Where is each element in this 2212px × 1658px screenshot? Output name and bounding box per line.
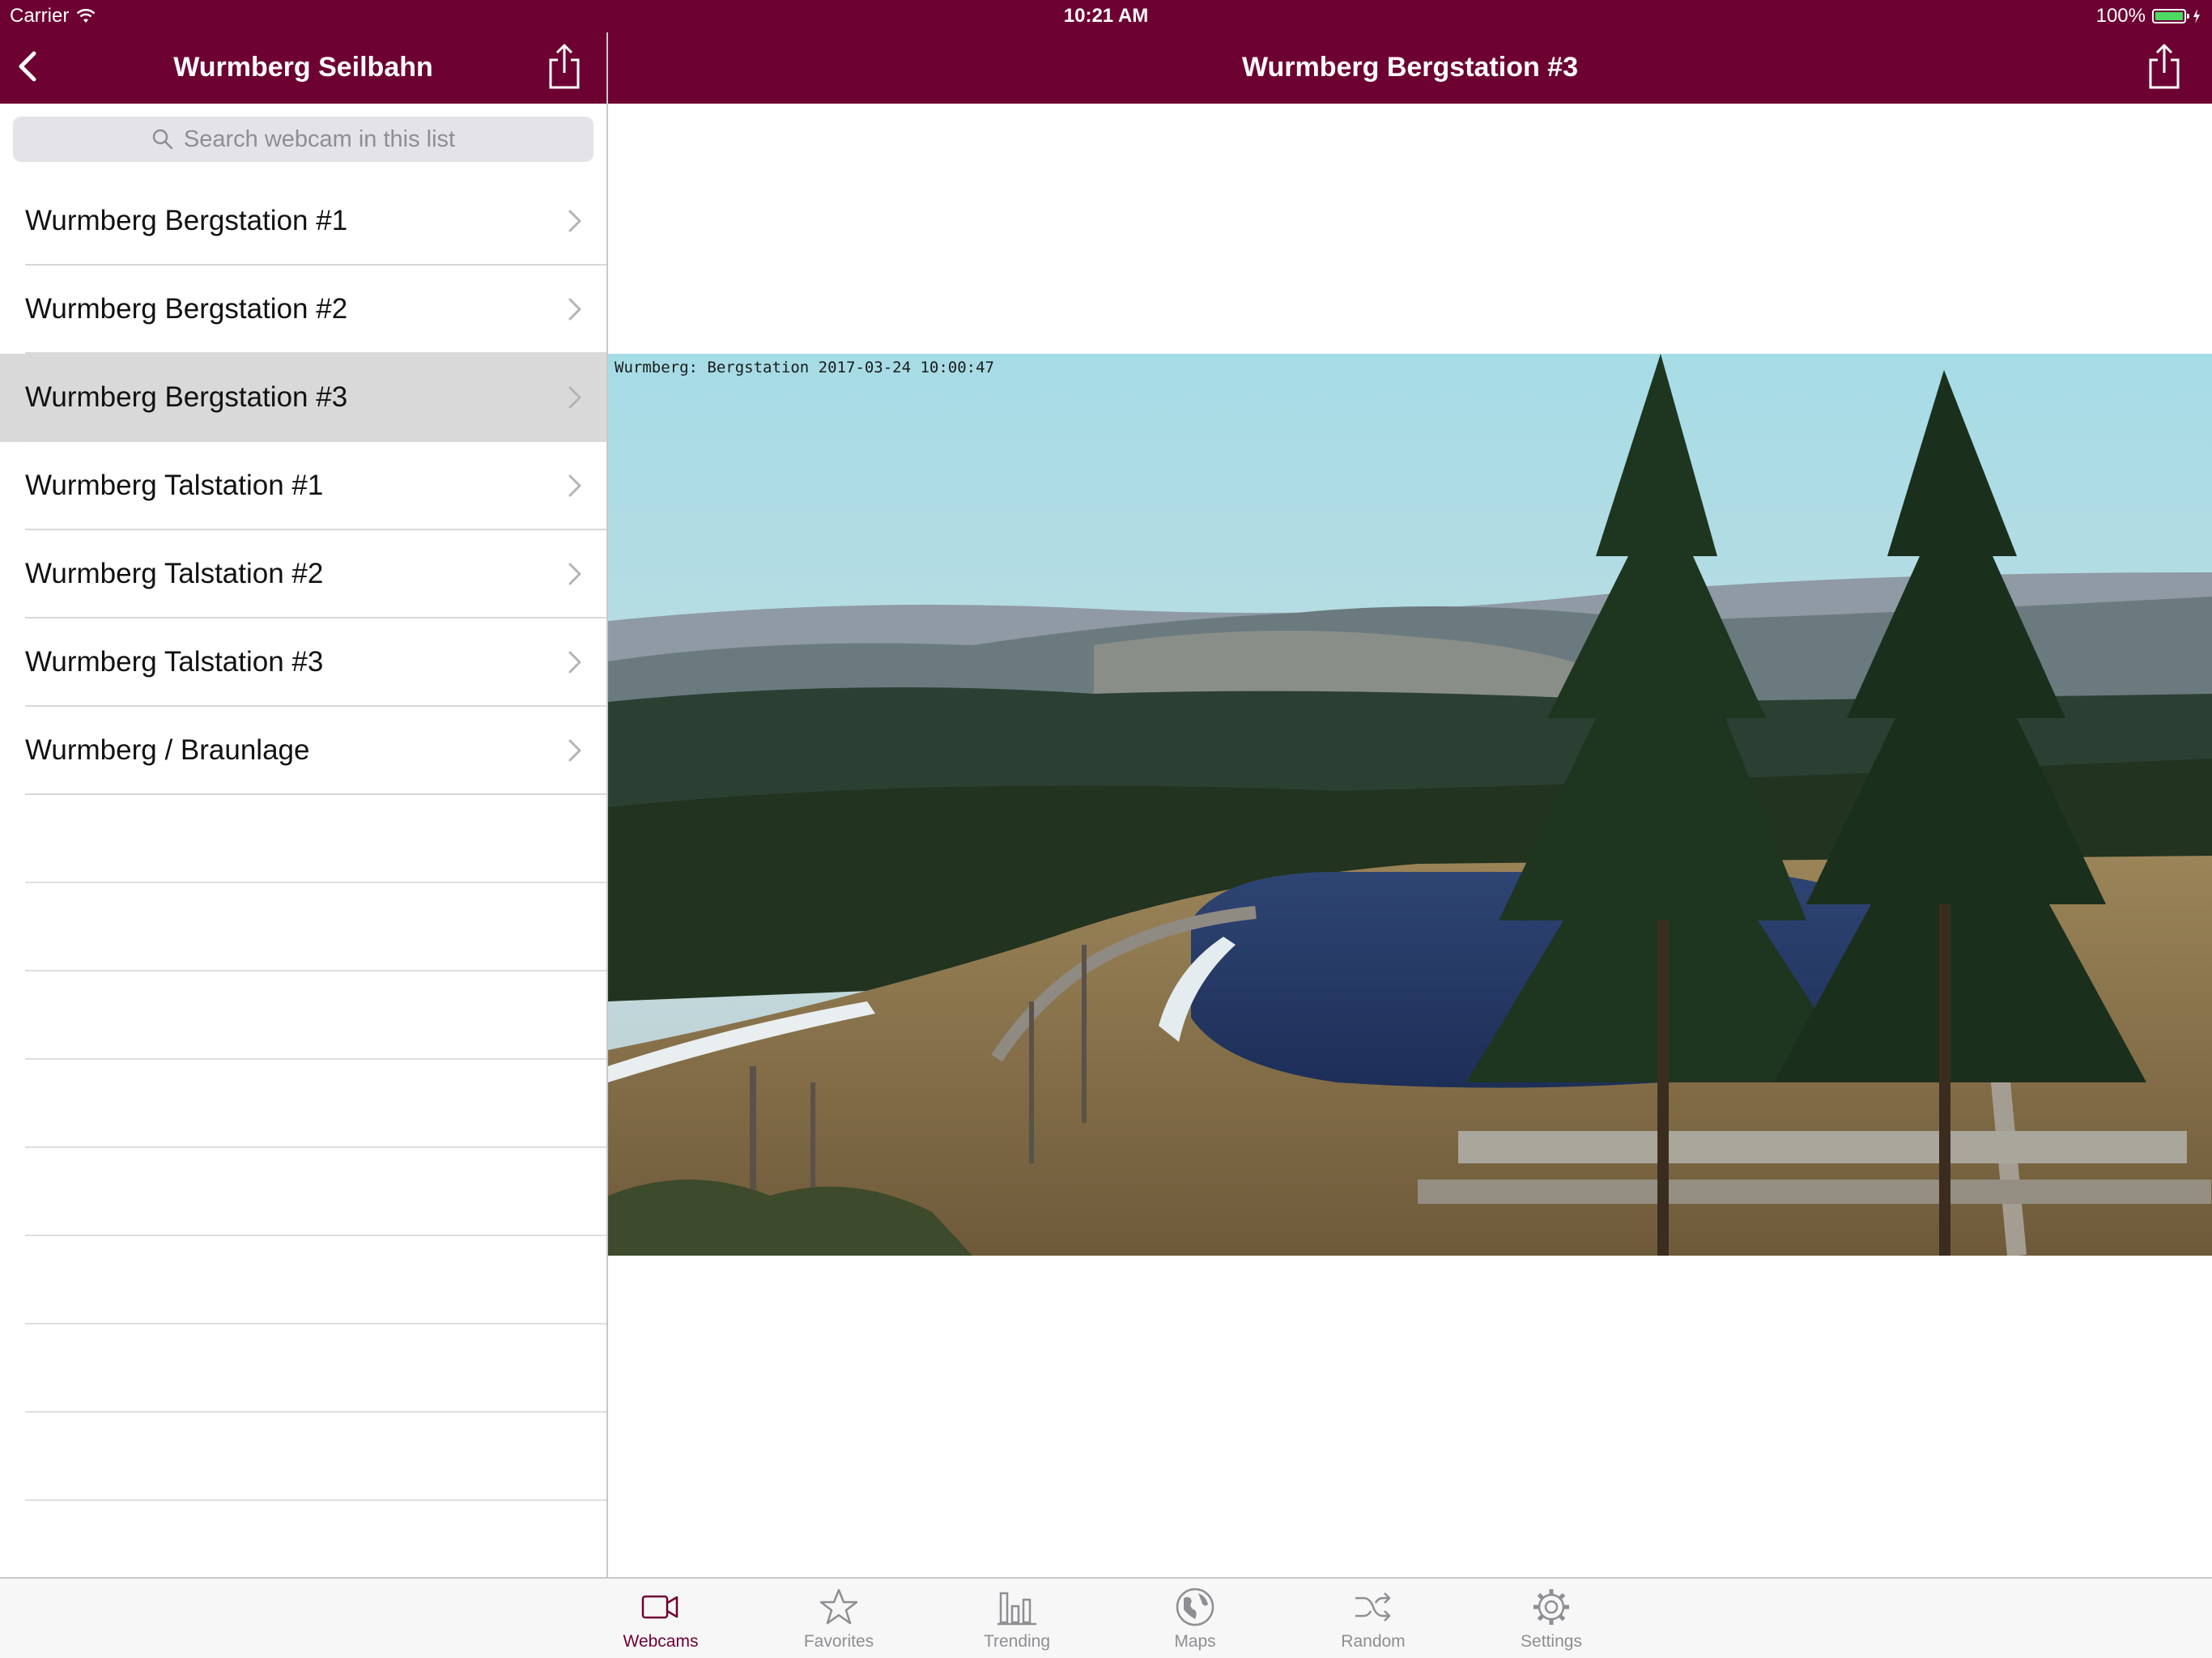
- star-icon: [819, 1588, 858, 1625]
- gear-icon: [1534, 1589, 1569, 1625]
- empty-row: [0, 795, 606, 883]
- list-item-label: Wurmberg Bergstation #2: [25, 293, 348, 325]
- empty-row: [0, 1236, 606, 1324]
- detail-nav-bar: Wurmberg Bergstation #3: [608, 32, 2212, 104]
- tab-maps[interactable]: Maps: [1114, 1587, 1276, 1652]
- tab-label: Random: [1341, 1632, 1406, 1651]
- list-item-label: Wurmberg Bergstation #3: [25, 381, 348, 413]
- empty-row: [0, 883, 606, 971]
- list-item[interactable]: Wurmberg Talstation #3: [0, 619, 606, 707]
- globe-icon: [1176, 1588, 1214, 1626]
- list-nav-bar: Wurmberg Seilbahn: [0, 32, 606, 104]
- list-item[interactable]: Wurmberg Bergstation #1: [0, 177, 606, 266]
- charging-bolt-icon: [2193, 9, 2200, 23]
- webcam-image[interactable]: Wurmberg: Bergstation 2017-03-24 10:00:4…: [608, 354, 2212, 1256]
- bar-chart-icon: [998, 1592, 1036, 1626]
- webcam-timestamp: Wurmberg: Bergstation 2017-03-24 10:00:4…: [615, 359, 994, 376]
- battery-indicator: 100%: [2096, 5, 2201, 28]
- search-container: Search webcam in this list: [0, 104, 606, 165]
- shuffle-icon: [1355, 1592, 1391, 1622]
- list-item-label: Wurmberg Bergstation #1: [25, 205, 348, 236]
- webcam-landscape-image: [608, 354, 2212, 1256]
- empty-row: [0, 1148, 606, 1236]
- list-item[interactable]: Wurmberg Bergstation #3: [0, 354, 606, 442]
- empty-row: [0, 1060, 606, 1148]
- tab-settings[interactable]: Settings: [1470, 1587, 1632, 1652]
- list-item[interactable]: Wurmberg Talstation #2: [0, 530, 606, 619]
- tab-random[interactable]: Random: [1292, 1587, 1454, 1652]
- chevron-right-icon: [568, 298, 581, 321]
- list-title: Wurmberg Seilbahn: [173, 52, 433, 83]
- chevron-right-icon: [568, 651, 581, 674]
- tab-label: Favorites: [803, 1632, 874, 1651]
- tab-webcams[interactable]: Webcams: [580, 1587, 742, 1652]
- detail-title: Wurmberg Bergstation #3: [1241, 52, 1578, 83]
- list-item[interactable]: Wurmberg Talstation #1: [0, 442, 606, 530]
- search-placeholder: Search webcam in this list: [183, 125, 456, 152]
- tab-bar: Webcams Favorites Trending Maps Random Settin…: [0, 1577, 2212, 1658]
- empty-row: [0, 1324, 606, 1413]
- status-bar: Carrier 10:21 AM 100%: [0, 0, 2212, 32]
- tab-label: Webcams: [623, 1632, 699, 1651]
- battery-percent: 100%: [2095, 5, 2146, 27]
- list-item-label: Wurmberg Talstation #3: [25, 646, 324, 678]
- chevron-right-icon: [568, 386, 581, 409]
- empty-row: [0, 971, 606, 1060]
- chevron-right-icon: [568, 563, 581, 585]
- tab-label: Trending: [983, 1632, 1051, 1651]
- share-icon[interactable]: [544, 42, 585, 91]
- chevron-right-icon: [568, 210, 581, 232]
- tab-label: Maps: [1174, 1632, 1216, 1651]
- search-input[interactable]: Search webcam in this list: [13, 117, 593, 162]
- battery-icon: [2152, 9, 2189, 23]
- list-item[interactable]: Wurmberg Bergstation #2: [0, 266, 606, 354]
- share-icon[interactable]: [2144, 42, 2184, 91]
- clock: 10:21 AM: [1063, 5, 1149, 27]
- tab-label: Settings: [1521, 1632, 1582, 1651]
- list-item[interactable]: Wurmberg / Braunlage: [0, 707, 606, 795]
- tab-favorites[interactable]: Favorites: [758, 1587, 920, 1652]
- chevron-right-icon: [568, 474, 581, 497]
- empty-row: [0, 1413, 606, 1501]
- webcam-list: Wurmberg Bergstation #1 Wurmberg Bergstat…: [0, 177, 606, 1589]
- empty-row: [0, 1501, 606, 1589]
- chevron-right-icon: [568, 739, 581, 762]
- search-icon: [152, 129, 173, 150]
- list-item-label: Wurmberg Talstation #1: [25, 470, 324, 501]
- video-camera-icon: [641, 1595, 678, 1619]
- list-item-label: Wurmberg / Braunlage: [25, 734, 310, 766]
- tab-trending[interactable]: Trending: [936, 1587, 1098, 1652]
- list-item-label: Wurmberg Talstation #2: [25, 558, 324, 589]
